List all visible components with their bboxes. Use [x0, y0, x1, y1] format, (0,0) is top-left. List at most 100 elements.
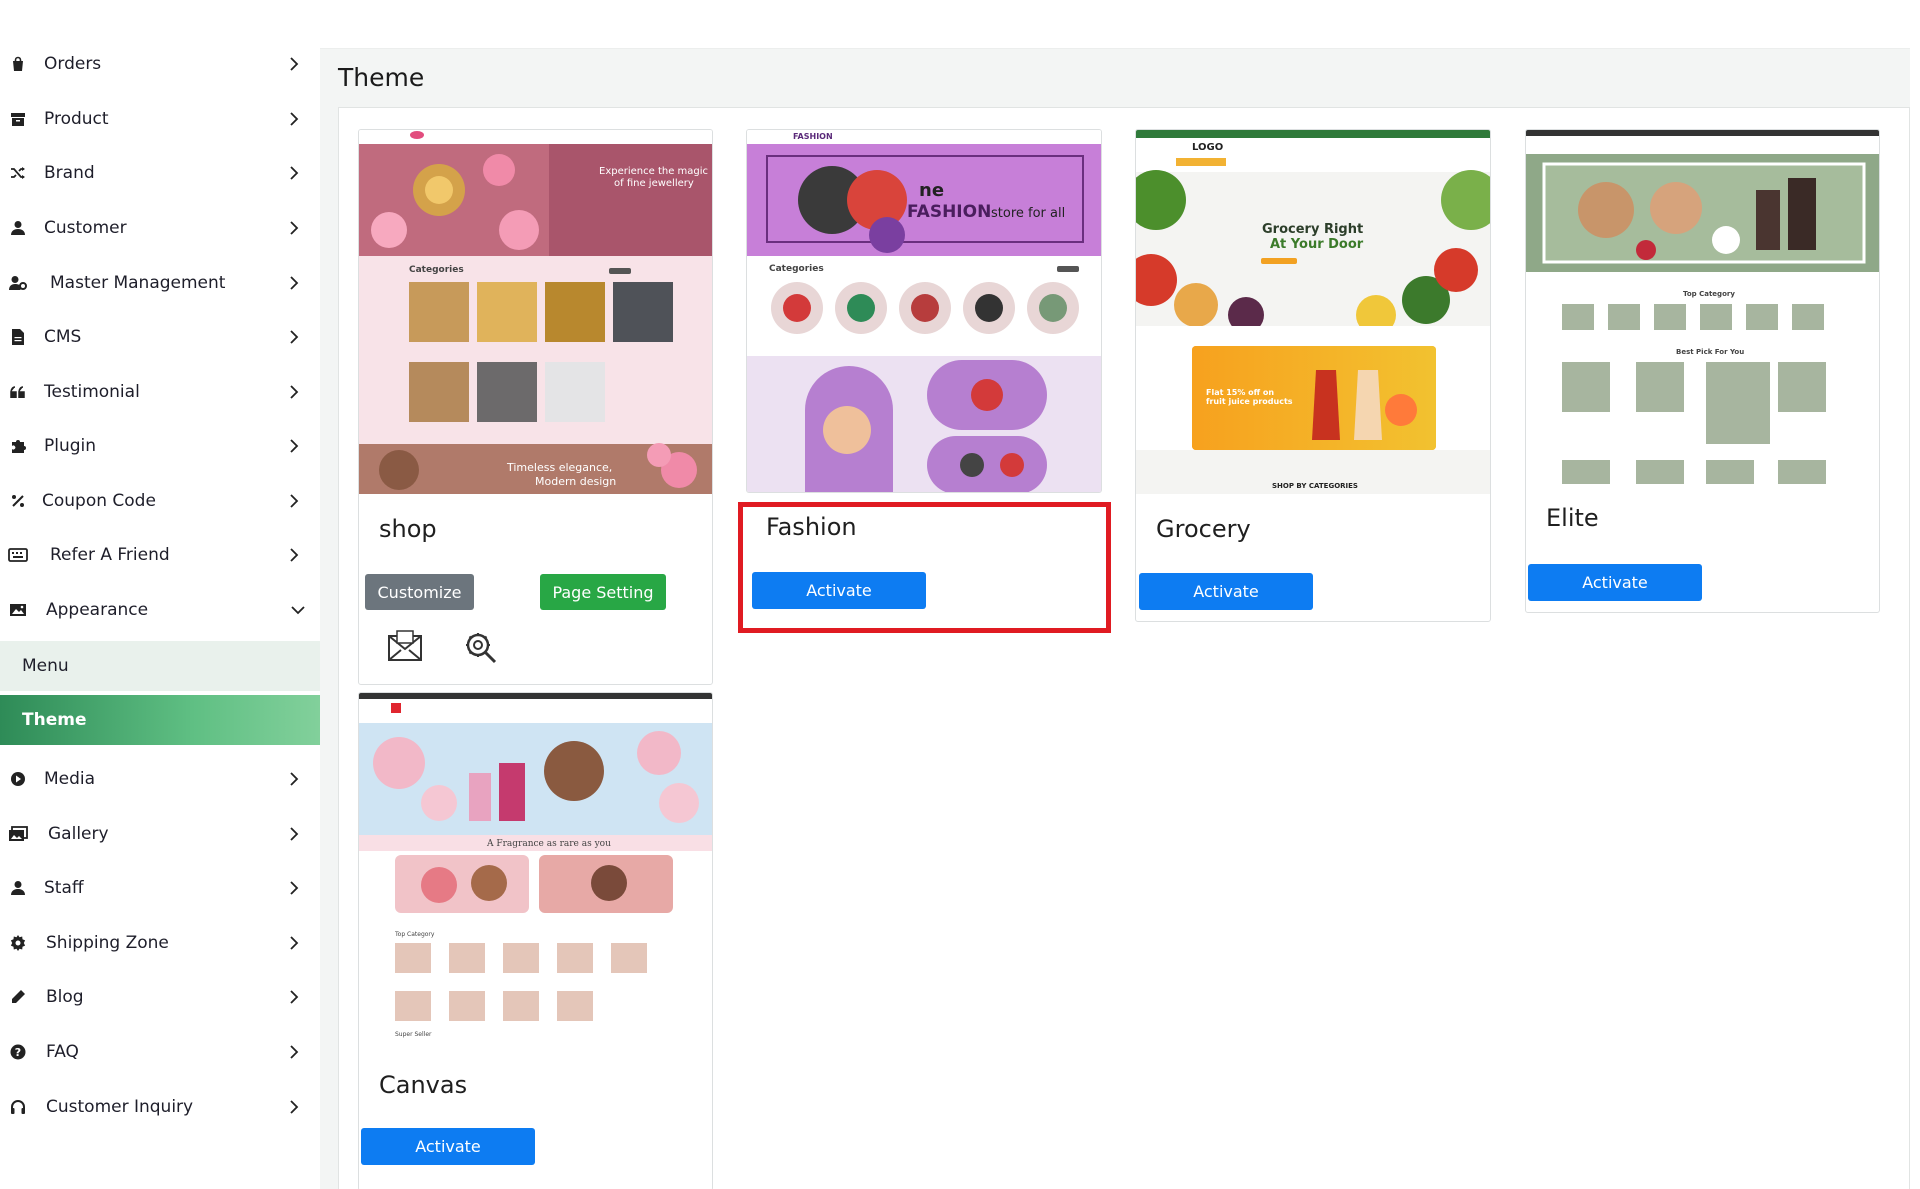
sidebar-item-label: Orders — [44, 54, 102, 74]
sidebar-item-label: Customer Inquiry — [46, 1097, 194, 1117]
gear-icon — [8, 933, 28, 953]
search-settings-icon[interactable] — [463, 630, 499, 666]
page-setting-button[interactable]: Page Setting — [540, 574, 666, 610]
chevron-right-icon — [290, 548, 299, 562]
sidebar-item-label: Plugin — [44, 436, 97, 456]
page-title: Theme — [338, 63, 425, 92]
pencil-icon — [8, 987, 28, 1007]
activate-button-fashion[interactable]: Activate — [752, 572, 926, 609]
sidebar-item-label: Testimonial — [44, 382, 140, 402]
chevron-right-icon — [290, 990, 299, 1004]
sidebar-item-staff[interactable]: Staff — [0, 862, 320, 914]
chevron-right-icon — [290, 772, 299, 786]
thumbnail-text: FASHION — [793, 132, 833, 141]
sidebar-item-gallery[interactable]: Gallery — [0, 808, 320, 860]
theme-thumbnail[interactable]: Experience the magic of fine jewellery C… — [359, 130, 712, 494]
sidebar-item-label: CMS — [44, 327, 82, 347]
theme-card-grocery: LOGO Grocery Right At Your Door Flat 15%… — [1135, 129, 1491, 622]
thumbnail-text: At Your Door — [1270, 237, 1364, 252]
sidebar-item-faq[interactable]: ? FAQ — [0, 1026, 320, 1078]
sidebar-subitem-theme[interactable]: Theme — [0, 695, 320, 745]
sidebar-subitem-menu[interactable]: Menu — [0, 641, 320, 691]
chevron-right-icon — [290, 221, 299, 235]
sidebar-item-label: Master Management — [50, 273, 226, 293]
sidebar-item-cms[interactable]: CMS — [0, 311, 320, 363]
sidebar-item-label: Blog — [46, 987, 84, 1007]
keyboard-icon — [8, 545, 28, 565]
chevron-right-icon — [290, 439, 299, 453]
sidebar: Orders Product Brand Customer Master Man… — [0, 0, 320, 1189]
headphones-icon — [8, 1097, 28, 1117]
sidebar-item-blog[interactable]: Blog — [0, 971, 320, 1023]
theme-name: Elite — [1546, 504, 1599, 532]
sidebar-item-shipping-zone[interactable]: Shipping Zone — [0, 917, 320, 969]
file-icon — [8, 327, 28, 347]
thumbnail-text: Top Category — [395, 931, 435, 938]
activate-button-canvas[interactable]: Activate — [361, 1128, 535, 1165]
box-icon — [8, 109, 28, 129]
thumbnail-text: Categories — [409, 265, 464, 275]
sidebar-item-appearance[interactable]: Appearance — [0, 584, 320, 636]
sidebar-item-label: Coupon Code — [42, 491, 156, 511]
sidebar-item-testimonial[interactable]: Testimonial — [0, 366, 320, 418]
chevron-right-icon — [290, 1045, 299, 1059]
thumbnail-text: Grocery Right — [1262, 222, 1364, 237]
quote-icon — [8, 382, 28, 402]
theme-grid: Experience the magic of fine jewellery C… — [338, 107, 1910, 1189]
sidebar-item-orders[interactable]: Orders — [0, 38, 320, 90]
puzzle-icon — [8, 436, 28, 456]
thumbnail-text: Modern design — [535, 475, 617, 488]
chevron-right-icon — [290, 1100, 299, 1114]
thumbnail-text: store for all — [991, 206, 1066, 221]
user-gear-icon — [8, 273, 28, 293]
theme-thumbnail[interactable]: LOGO Grocery Right At Your Door Flat 15%… — [1136, 130, 1490, 494]
theme-thumbnail[interactable]: FASHION ne FASHION store for all Categor… — [747, 130, 1101, 492]
chevron-right-icon — [290, 385, 299, 399]
envelope-icon[interactable] — [387, 630, 423, 666]
theme-thumbnail[interactable]: Top Category Best Pick For You — [1526, 130, 1879, 484]
thumbnail-text: ne — [919, 180, 945, 201]
sidebar-item-brand[interactable]: Brand — [0, 147, 320, 199]
thumbnail-text: Experience the magic — [599, 166, 709, 177]
thumbnail-text: Best Pick For You — [1676, 348, 1745, 356]
theme-card-canvas: A Fragrance as rare as you Top Category … — [358, 692, 713, 1189]
sidebar-item-customer[interactable]: Customer — [0, 202, 320, 254]
sidebar-item-label: Customer — [44, 218, 127, 238]
chevron-right-icon — [290, 936, 299, 950]
sidebar-item-refer-a-friend[interactable]: Refer A Friend — [0, 529, 320, 581]
thumbnail-text: Super Seller — [395, 1031, 432, 1038]
thumbnail-text: A Fragrance as rare as you — [487, 839, 611, 849]
theme-name: Canvas — [379, 1071, 468, 1099]
sidebar-item-label: Product — [44, 109, 109, 129]
theme-card-elite: Top Category Best Pick For You Elite Act… — [1525, 129, 1880, 613]
user-icon — [8, 878, 28, 898]
thumbnail-text: Flat 15% off on fruit juice products — [1206, 388, 1293, 406]
image-icon — [8, 600, 28, 620]
sidebar-item-master-management[interactable]: Master Management — [0, 257, 320, 309]
shuffle-icon — [8, 163, 28, 183]
user-icon — [8, 218, 28, 238]
sidebar-item-plugin[interactable]: Plugin — [0, 420, 320, 472]
sidebar-item-coupon-code[interactable]: Coupon Code — [0, 475, 320, 527]
sidebar-item-product[interactable]: Product — [0, 93, 320, 145]
chevron-down-icon — [291, 606, 305, 615]
activate-button-elite[interactable]: Activate — [1528, 564, 1702, 601]
chevron-right-icon — [290, 827, 299, 841]
percent-icon — [8, 491, 28, 511]
sidebar-item-customer-inquiry[interactable]: Customer Inquiry — [0, 1081, 320, 1133]
svg-text:?: ? — [15, 1046, 21, 1059]
thumbnail-text: Timeless elegance, — [507, 461, 613, 474]
theme-name: Grocery — [1156, 515, 1251, 543]
thumbnail-text: LOGO — [1192, 142, 1224, 153]
chevron-right-icon — [290, 112, 299, 126]
customize-button[interactable]: Customize — [365, 574, 474, 610]
activate-button-grocery[interactable]: Activate — [1139, 573, 1313, 610]
sidebar-item-media[interactable]: Media — [0, 753, 320, 805]
theme-name: Fashion — [766, 513, 857, 541]
thumbnail-text: Categories — [769, 264, 824, 274]
chevron-right-icon — [290, 494, 299, 508]
theme-thumbnail[interactable]: A Fragrance as rare as you Top Category … — [359, 693, 712, 1043]
sidebar-item-label: FAQ — [46, 1042, 79, 1062]
images-icon — [8, 824, 28, 844]
sidebar-subitem-label: Theme — [22, 710, 87, 730]
